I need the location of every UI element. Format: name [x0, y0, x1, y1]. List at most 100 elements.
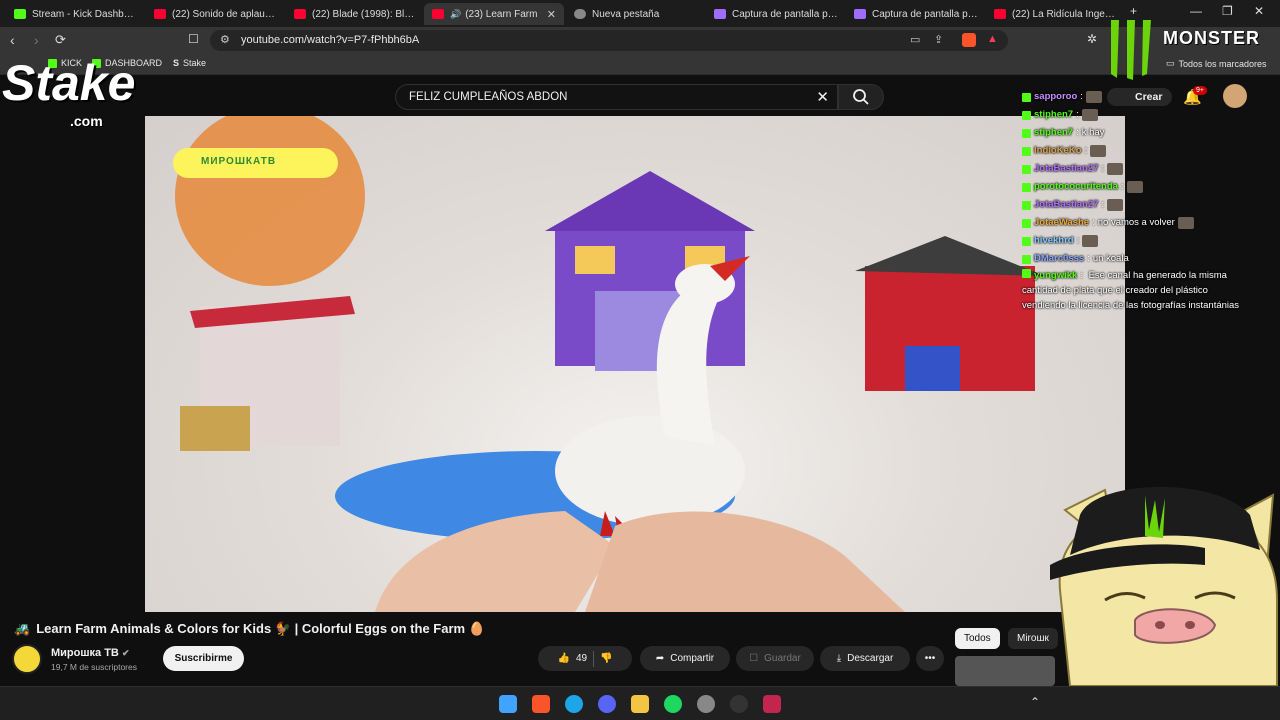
chat-message: stiphen7:: [1022, 106, 1254, 124]
tab-nueva-pestana[interactable]: Nueva pestaña: [566, 3, 706, 25]
windows-taskbar: ⌃: [0, 686, 1280, 720]
spotify-icon[interactable]: [664, 695, 682, 713]
reload-icon[interactable]: ⟳: [55, 32, 66, 48]
chat-text: no vamos a volver: [1097, 217, 1175, 228]
download-button[interactable]: ⤓ Descargar: [820, 646, 910, 671]
site-settings-icon[interactable]: ⚙: [220, 33, 230, 46]
brave-shield-icon: [574, 9, 586, 19]
file-explorer-icon[interactable]: [631, 695, 649, 713]
cast-icon[interactable]: ▭: [910, 33, 920, 46]
share-icon[interactable]: ⇪: [934, 33, 943, 46]
kick-badge-icon: [1022, 254, 1031, 264]
edge-icon[interactable]: [565, 695, 583, 713]
start-icon[interactable]: [499, 695, 517, 713]
kick-badge-icon: [1022, 269, 1031, 278]
chat-username: JotaBastian27: [1034, 199, 1099, 210]
tab-aplausos[interactable]: (22) Sonido de aplausos: [146, 3, 286, 25]
monster-logo-text: MONSTER: [1163, 28, 1260, 48]
tab-label: Captura de pantalla por L: [732, 8, 838, 20]
chat-message: stiphen7: k hay: [1022, 124, 1254, 142]
save-button[interactable]: ☐ Guardar: [736, 646, 814, 671]
channel-name[interactable]: Мирошка ТВ ✔: [51, 647, 129, 659]
tab-label: (23) Learn Farm: [465, 8, 538, 20]
all-bookmarks[interactable]: ▭ Todos los marcadores: [1166, 58, 1267, 69]
channel-avatar[interactable]: [12, 644, 42, 674]
tray-chevron-icon[interactable]: ⌃: [1030, 695, 1040, 709]
brave-rewards-icon[interactable]: ▲: [987, 33, 998, 45]
app-icon-2[interactable]: [763, 695, 781, 713]
bookmark-stake[interactable]: S Stake: [173, 58, 206, 68]
tab-captura-2[interactable]: Captura de pantalla por L: [846, 3, 986, 25]
kick-chat-overlay: sapporoo: stiphen7: stiphen7: k hay Indio…: [1022, 88, 1254, 313]
tab-label: (22) Sonido de aplausos: [172, 8, 278, 20]
like-count: 49: [575, 653, 588, 664]
chat-message: hivekhrd:: [1022, 232, 1254, 250]
kick-badge-icon: [1022, 110, 1031, 120]
chat-username: JotaeWashe: [1034, 217, 1090, 228]
verified-icon: ✔: [121, 648, 130, 658]
share-icon: ➦: [655, 653, 665, 664]
tab-captura-1[interactable]: Captura de pantalla por L: [706, 3, 846, 25]
maximize-icon[interactable]: ❐: [1222, 4, 1233, 18]
more-actions-button[interactable]: •••: [916, 646, 944, 671]
tab-blade[interactable]: (22) Blade (1998): Blade's: [286, 3, 426, 25]
video-title: 🚜 Learn Farm Animals & Colors for Kids 🐓…: [14, 621, 485, 637]
discord-icon[interactable]: [598, 695, 616, 713]
chat-username: yungwikk: [1034, 270, 1078, 281]
save-icon: ☐: [749, 653, 759, 664]
tractor-icon: 🚜: [14, 621, 31, 636]
youtube-icon: [154, 9, 166, 19]
thumbs-up-icon: 👍: [557, 653, 570, 664]
like-button[interactable]: 👍 49: [557, 653, 587, 664]
browser-toolbar: ‹ › ⟳ ☐ ⚙ youtube.com/watch?v=P7-fPhbh6b…: [0, 27, 1280, 54]
search-button[interactable]: [838, 84, 884, 110]
stake-logo-overlay: Stake .com: [2, 55, 177, 137]
tab-kick-dashboard[interactable]: Stream - Kick Dashboard: [6, 3, 146, 25]
recommended-thumbnail[interactable]: [955, 656, 1055, 686]
search-input[interactable]: FELIZ CUMPLEAÑOS ABDON ✕: [395, 84, 838, 110]
kick-icon: [14, 9, 26, 19]
stake-logo-domain: .com: [70, 113, 103, 129]
chat-username: DMarc0sss: [1034, 253, 1085, 264]
brave-shields-icon[interactable]: [962, 33, 976, 47]
chat-username: IndioKeKo: [1034, 145, 1082, 156]
streamer-avatar-overlay: [1045, 470, 1280, 687]
back-icon[interactable]: ‹: [10, 32, 15, 48]
share-button[interactable]: ➦ Compartir: [640, 646, 730, 671]
kick-badge-icon: [1022, 128, 1031, 138]
cat-avatar-illustration: [1050, 486, 1278, 687]
chat-emote: [1081, 109, 1098, 121]
subscribe-button[interactable]: Suscribirme: [163, 646, 244, 671]
kick-badge-icon: [1022, 218, 1031, 228]
close-tab-icon[interactable]: ✕: [547, 8, 556, 21]
minimize-icon[interactable]: —: [1190, 4, 1202, 18]
obs-icon[interactable]: [697, 695, 715, 713]
chat-emote: [1090, 145, 1107, 157]
video-player[interactable]: МИРОШКАТВ: [145, 116, 1125, 612]
chat-emote: [1082, 235, 1099, 247]
brave-icon[interactable]: [532, 695, 550, 713]
tab-learn-farm[interactable]: 🔊 (23) Learn Farm ✕: [424, 3, 564, 25]
share-label: Compartir: [670, 653, 715, 664]
chat-message: JotaeWashe: no vamos a volver: [1022, 214, 1254, 232]
tab-label: Captura de pantalla por L: [872, 8, 978, 20]
chat-emote: [1126, 181, 1143, 193]
dislike-button[interactable]: 👎: [600, 653, 612, 664]
app-icon[interactable]: [730, 695, 748, 713]
chat-username: stiphen7: [1034, 127, 1074, 138]
tab-label: (22) La Ridícula Ingenierí: [1012, 8, 1118, 20]
chat-username: JotaBastian27: [1034, 163, 1099, 174]
kick-badge-icon: [1022, 182, 1031, 192]
clear-search-icon[interactable]: ✕: [816, 88, 829, 106]
channel-name-text: Мирошка ТВ: [51, 647, 119, 659]
bookmark-icon[interactable]: ☐: [188, 32, 199, 46]
forward-icon[interactable]: ›: [34, 32, 39, 48]
download-icon: ⤓: [836, 653, 842, 664]
extensions-icon[interactable]: ✲: [1087, 32, 1097, 46]
close-window-icon[interactable]: ✕: [1254, 4, 1264, 18]
bookmark-label: Stake: [183, 58, 207, 68]
chat-text: un koala: [1092, 253, 1129, 264]
address-bar[interactable]: ⚙ youtube.com/watch?v=P7-fPhbh6bA ▭ ⇪ ▲: [210, 30, 1008, 51]
chip-all[interactable]: Todos: [955, 628, 1000, 649]
kick-badge-icon: [1022, 200, 1031, 210]
